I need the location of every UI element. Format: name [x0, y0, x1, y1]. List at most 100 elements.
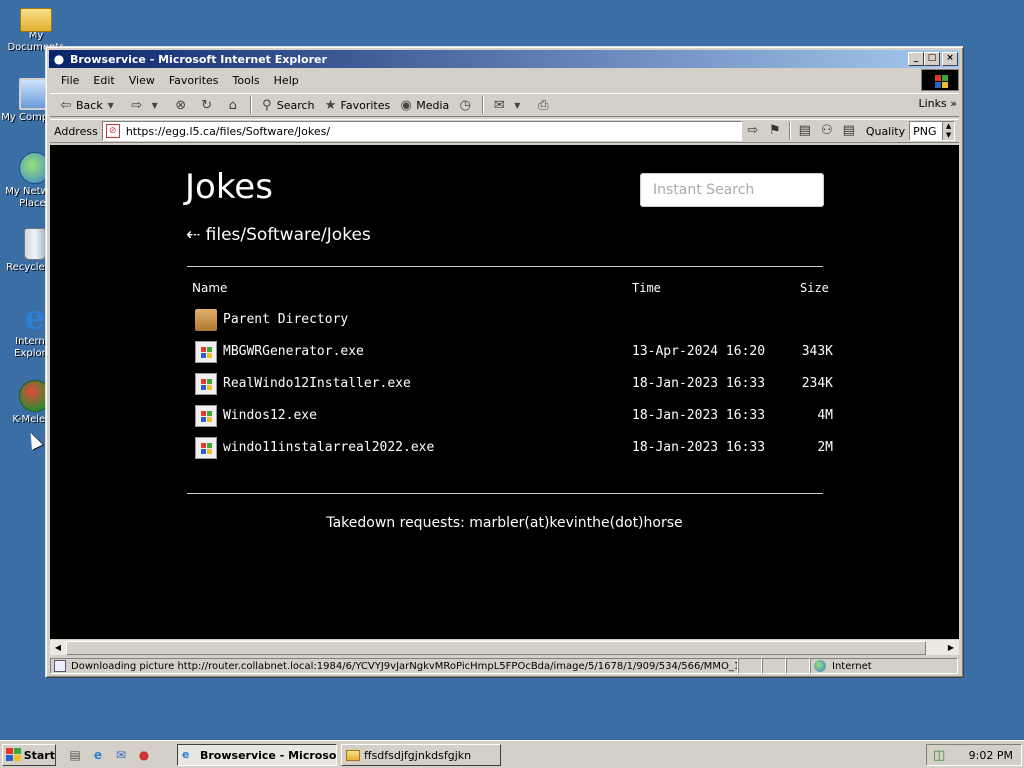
address-input[interactable]: ⊘ https://egg.l5.ca/files/Software/Jokes… — [101, 121, 742, 141]
list-item[interactable]: Windos12.exe 18-Jan-2023 16:33 4M — [193, 405, 833, 433]
dropdown-arrow-icon[interactable]: ▼ — [103, 101, 119, 110]
history-icon: ◷ — [459, 97, 471, 113]
menu-tools[interactable]: Tools — [226, 74, 267, 87]
file-time: 18-Jan-2023 16:33 — [632, 440, 766, 455]
stop-icon: ⊗ — [175, 97, 187, 113]
status-pane — [786, 658, 810, 674]
links-label: Links — [918, 97, 947, 110]
horizontal-scrollbar[interactable]: ◀ ▶ — [50, 639, 959, 655]
maximize-button[interactable]: □ — [924, 52, 940, 66]
file-name[interactable]: RealWindo12Installer.exe — [223, 376, 411, 391]
list-item[interactable]: RealWindo12Installer.exe 18-Jan-2023 16:… — [193, 373, 833, 401]
list-item[interactable]: MBGWRGenerator.exe 13-Apr-2024 16:20 343… — [193, 341, 833, 369]
file-name[interactable]: Parent Directory — [223, 312, 348, 327]
favorites-icon: ★ — [324, 97, 337, 113]
file-name[interactable]: MBGWRGenerator.exe — [223, 344, 364, 359]
internet-explorer-icon[interactable]: e — [89, 746, 107, 764]
outlook-icon[interactable]: ✉ — [112, 746, 130, 764]
address-bar: Address ⊘ https://egg.l5.ca/files/Softwa… — [50, 119, 959, 143]
file-name[interactable]: windo11instalarreal2022.exe — [223, 440, 434, 455]
status-pane — [738, 658, 762, 674]
column-header-size[interactable]: Size — [800, 281, 829, 295]
print-button[interactable]: ⎙ — [531, 94, 557, 116]
address-label: Address — [54, 124, 98, 138]
scroll-right-icon[interactable]: ▶ — [943, 640, 959, 656]
home-icon: ⌂ — [228, 97, 237, 113]
security-zone: Internet — [810, 658, 958, 674]
refresh-button[interactable]: ↻ — [195, 94, 221, 116]
back-button[interactable]: ⇦ Back ▼ — [54, 94, 125, 116]
taskbar-button-folder[interactable]: ffsdfsdjfgjnkdsfgjkn — [341, 744, 501, 766]
bookmark-button[interactable]: ⚑ — [764, 121, 786, 141]
file-name[interactable]: Windos12.exe — [223, 408, 317, 423]
breadcrumb-link[interactable]: ⇠ files/Software/Jokes — [186, 225, 371, 245]
favorites-button[interactable]: ★ Favorites — [319, 94, 395, 116]
search-label: Search — [276, 98, 315, 112]
add-bookmark-button[interactable]: ▤ — [794, 121, 816, 141]
executable-icon — [195, 405, 217, 427]
k-meleon-icon[interactable]: ● — [135, 746, 153, 764]
mail-button[interactable]: ✉ ▼ — [487, 94, 531, 116]
stop-button[interactable]: ⊗ — [169, 94, 195, 116]
menu-edit[interactable]: Edit — [86, 74, 121, 87]
history-button[interactable]: ◷ — [453, 94, 479, 116]
show-desktop-icon[interactable]: ▤ — [66, 746, 84, 764]
links-button[interactable]: Links » — [919, 97, 958, 110]
forward-button[interactable]: ⇨ ▼ — [125, 94, 169, 116]
refresh-icon: ↻ — [201, 97, 213, 113]
menu-favorites[interactable]: Favorites — [162, 74, 226, 87]
scroll-thumb[interactable] — [66, 641, 926, 655]
column-header-name[interactable]: Name — [192, 281, 227, 295]
search-button[interactable]: ⚲ Search — [255, 94, 319, 116]
taskbar-button-browservice[interactable]: e Browservice - Microso... — [177, 744, 337, 766]
media-button[interactable]: ◉ Media — [394, 94, 453, 116]
add-bookmark-icon: ▤ — [798, 123, 811, 138]
toolbar-separator — [788, 122, 791, 140]
menu-help[interactable]: Help — [267, 74, 306, 87]
folder-icon — [346, 749, 360, 761]
menu-view[interactable]: View — [122, 74, 162, 87]
mouse-cursor-icon — [25, 430, 43, 450]
ie-icon: e — [182, 748, 190, 761]
back-arrow-icon: ⇦ — [60, 97, 72, 113]
divider — [187, 493, 823, 494]
status-message: Downloading picture http://router.collab… — [50, 658, 738, 674]
clipboard-button[interactable]: ▤ — [838, 121, 860, 141]
close-button[interactable]: × — [942, 52, 958, 66]
spinner-icon[interactable]: ▲ ▼ — [942, 122, 955, 140]
minimize-button[interactable]: _ — [908, 52, 924, 66]
list-item[interactable]: windo11instalarreal2022.exe 18-Jan-2023 … — [193, 437, 833, 465]
list-item-parent-directory[interactable]: Parent Directory — [193, 309, 833, 337]
binoculars-icon: ⚇ — [820, 123, 833, 138]
find-button[interactable]: ⚇ — [816, 121, 838, 141]
network-tray-icon[interactable]: ◫ — [933, 748, 945, 763]
favorites-label: Favorites — [340, 98, 391, 112]
instant-search-input[interactable]: Instant Search — [640, 173, 824, 207]
executable-icon — [195, 373, 217, 395]
toolbar-separator — [249, 96, 252, 114]
column-header-time[interactable]: Time — [632, 281, 661, 295]
search-icon: ⚲ — [261, 97, 272, 113]
file-size: 2M — [817, 440, 833, 455]
ie-window-icon: ● — [53, 52, 65, 66]
zone-label: Internet — [832, 660, 872, 672]
go-button[interactable]: ⇨ — [742, 121, 764, 141]
dropdown-arrow-icon[interactable]: ▼ — [147, 101, 163, 110]
title-bar[interactable]: ● Browservice - Microsoft Internet Explo… — [49, 50, 960, 68]
divider — [187, 266, 823, 267]
dropdown-arrow-icon[interactable]: ▼ — [509, 101, 525, 110]
folder-icon — [20, 8, 52, 32]
scroll-left-icon[interactable]: ◀ — [50, 640, 66, 656]
clock[interactable]: 9:02 PM — [969, 749, 1013, 762]
recycle-bin-icon — [24, 228, 46, 260]
menu-file[interactable]: File — [54, 74, 86, 87]
back-label: Back — [76, 98, 103, 112]
start-button[interactable]: Start — [2, 744, 56, 766]
print-icon: ⎙ — [538, 97, 549, 113]
file-time: 18-Jan-2023 16:33 — [632, 376, 766, 391]
quality-select[interactable]: PNG ▲ ▼ — [909, 121, 956, 141]
quick-launch: ▤ e ✉ ● — [66, 746, 158, 764]
home-button[interactable]: ⌂ — [221, 94, 247, 116]
browser-window: ● Browservice - Microsoft Internet Explo… — [45, 46, 964, 678]
go-arrow-icon: ⇨ — [747, 123, 759, 138]
